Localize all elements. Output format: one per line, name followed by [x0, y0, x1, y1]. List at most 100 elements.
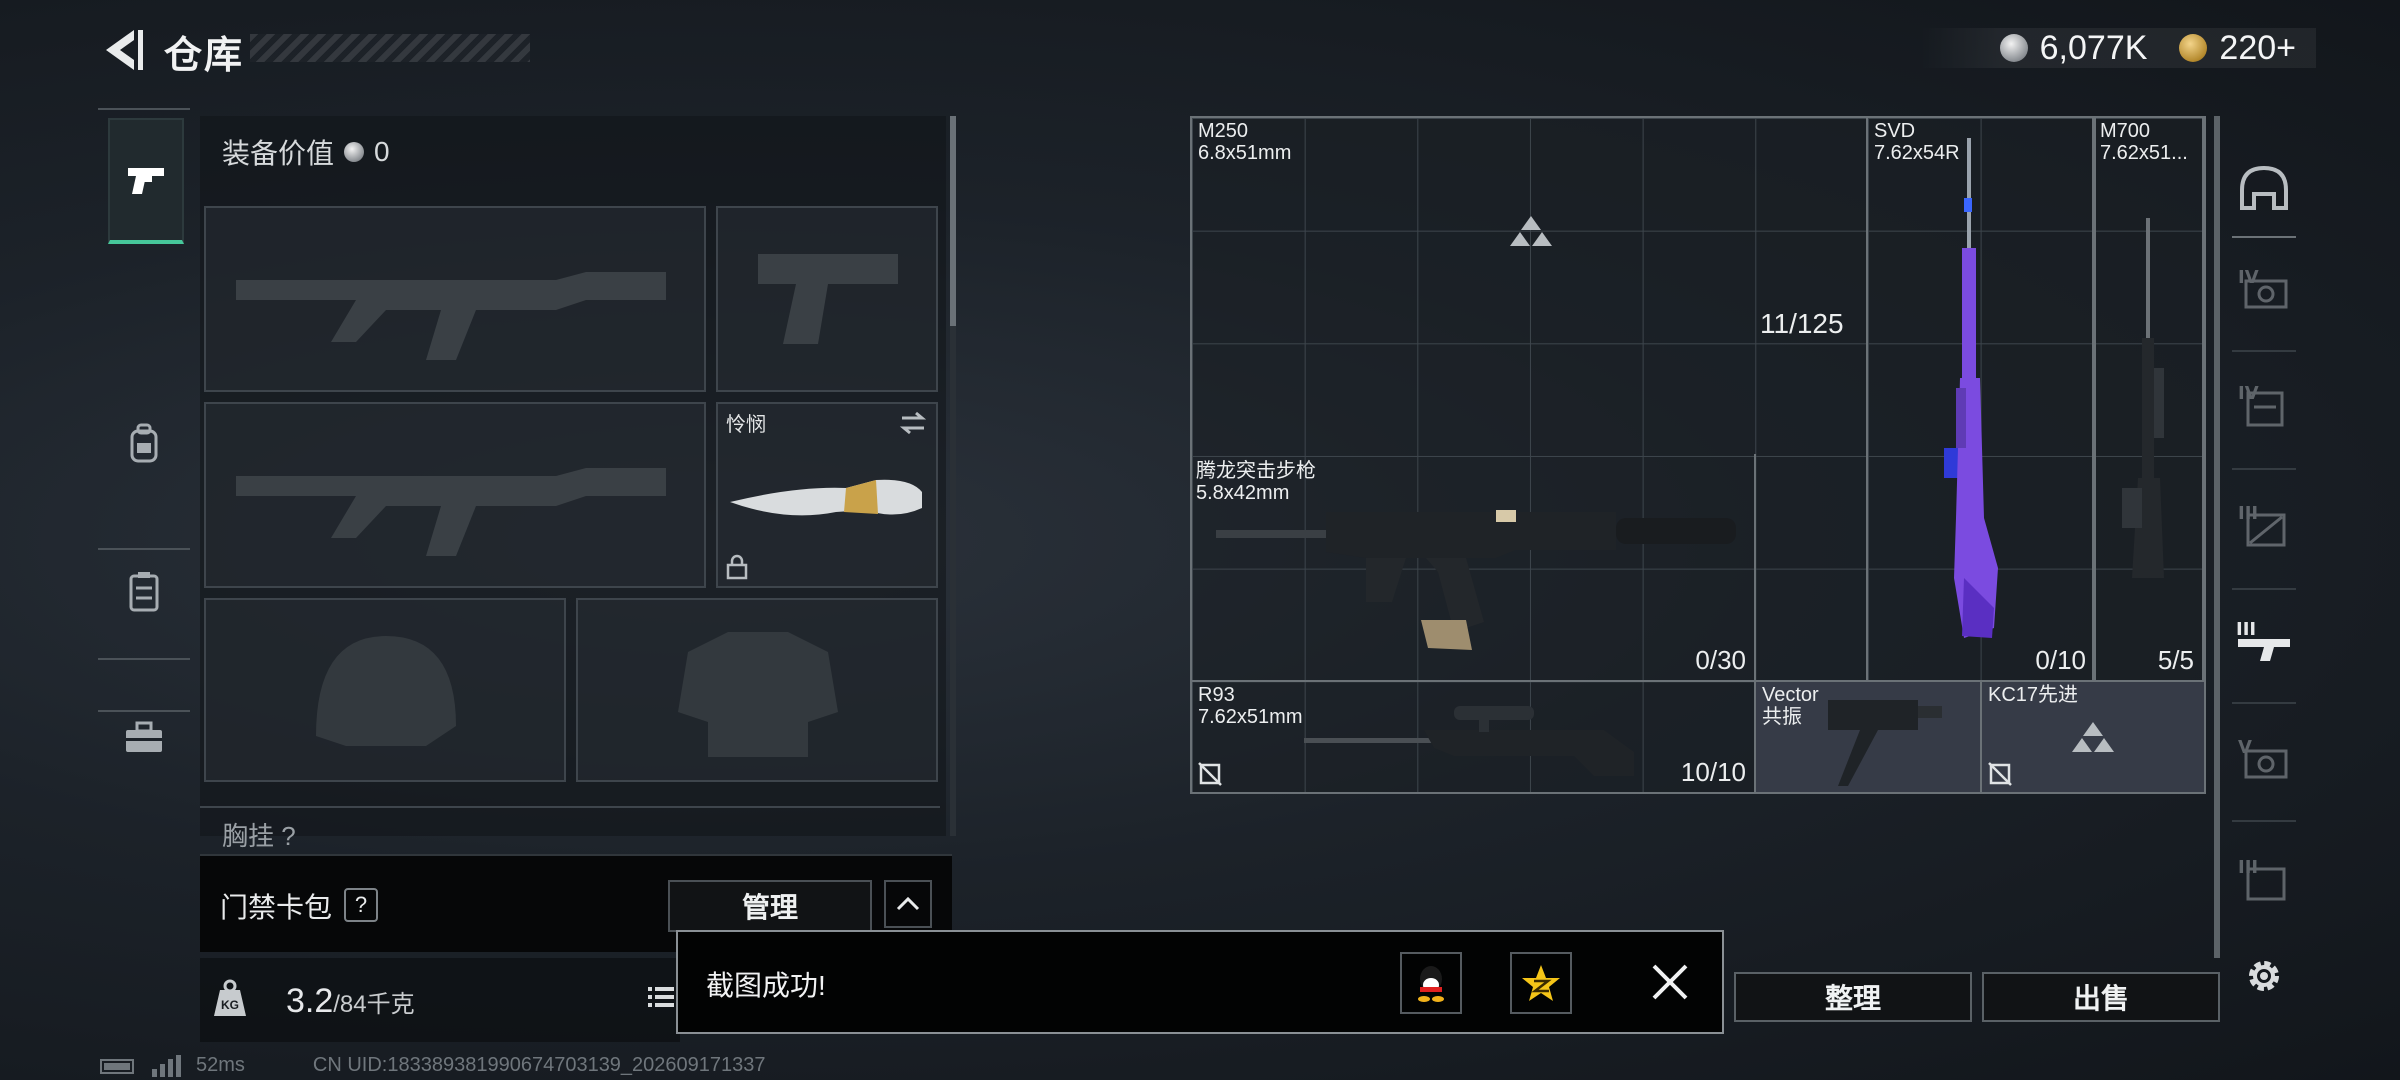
gear-tier-v-icon: V — [2238, 737, 2288, 779]
helmet-icon — [2240, 165, 2288, 210]
topup-plus-icon[interactable]: + — [2276, 29, 2296, 67]
grid-scrollbar[interactable] — [2214, 116, 2220, 958]
vest-tier-iv-icon: IV — [2238, 383, 2284, 427]
rail-filter-tier3[interactable]: III — [2228, 476, 2300, 572]
svd-rifle-icon — [1944, 138, 1998, 638]
ammo-count: 10/10 — [1680, 757, 1746, 787]
weight-icon: KG — [210, 978, 250, 1018]
gold-coin-icon — [2179, 34, 2208, 62]
chest-rig-hint: 胸挂 ? — [222, 821, 296, 851]
no-trade-icon — [1198, 762, 1222, 786]
ping-value: 52ms — [196, 1054, 245, 1076]
tier-triangle-icon — [1510, 216, 1552, 246]
settings-button[interactable] — [2242, 954, 2286, 998]
weapon-cell-r93[interactable]: R93 7.62x51mm 10/10 — [1190, 680, 1756, 794]
ammo-count: 0/30 — [1695, 645, 1746, 675]
swap-icon[interactable] — [898, 410, 928, 436]
sniper-rifle-icon — [1304, 706, 1634, 776]
weapon-name: M250 6.8x51mm — [1198, 120, 1292, 164]
page-title: 仓库 — [164, 35, 245, 77]
armor-tier-iv-icon: IV — [2238, 267, 2288, 309]
tab-vest[interactable] — [108, 532, 180, 652]
filter-rail: IV IV III III V III — [2228, 140, 2300, 920]
expand-toggle[interactable] — [884, 880, 932, 928]
weapon-cell-m250[interactable]: M250 6.8x51mm — [1192, 118, 1392, 178]
silver-coin-icon — [1999, 34, 2028, 62]
ammo-count: 5/5 — [2157, 645, 2194, 675]
rail-filter-helmet[interactable] — [2228, 140, 2300, 236]
primary-weapon-slot[interactable] — [204, 206, 706, 392]
melee-slot[interactable]: 怜悯 — [716, 402, 938, 588]
weapon-name: M700 7.62x51... — [2100, 120, 2188, 164]
tab-backpack[interactable] — [108, 384, 180, 504]
status-line: 52ms CN UID:18338938199067470313​9_20260… — [100, 1054, 766, 1077]
kg-label: KG — [221, 998, 239, 1012]
svg-text:IV: IV — [2238, 267, 2259, 288]
m700-rifle-icon — [2122, 218, 2164, 578]
gear-tier-iii-misc-icon: III — [2238, 857, 2286, 901]
rail-filter-tier3-weapon[interactable]: III — [2228, 592, 2300, 688]
signal-icon — [152, 1054, 181, 1077]
assault-rifle-icon — [1216, 510, 1736, 650]
lock-icon — [726, 554, 748, 580]
equipment-scroll-thumb[interactable] — [950, 116, 956, 326]
knife-icon — [730, 479, 922, 516]
chevron-left-icon — [106, 30, 143, 70]
share-qq-button[interactable] — [1400, 952, 1462, 1014]
smg-icon — [1828, 700, 1942, 786]
rifle-silhouette-icon — [236, 272, 666, 360]
sort-button[interactable]: 整理 — [1734, 972, 1972, 1022]
weapon-name: KC17先进 — [1988, 684, 2079, 706]
armor-silhouette-icon — [678, 632, 838, 757]
toast-message: 截图成功! — [706, 970, 826, 1001]
tab-toolbox[interactable] — [108, 678, 180, 798]
card-pack-label: 门禁卡包 — [220, 892, 333, 923]
sell-button[interactable]: 出售 — [1982, 972, 2220, 1022]
pistol-slot[interactable] — [716, 206, 938, 392]
title-decoration — [250, 34, 530, 62]
help-button[interactable]: ? — [344, 888, 378, 922]
qzone-star-icon — [1522, 965, 1560, 1001]
weapon-cell-m700[interactable]: M700 7.62x51... 5/5 — [2092, 116, 2204, 682]
rifle-silhouette-icon — [236, 468, 666, 556]
silver-balance: 6,077K — [2039, 28, 2148, 67]
toast-close-button[interactable] — [1650, 962, 1690, 1002]
list-icon[interactable] — [648, 984, 674, 1010]
tab-weapons[interactable] — [108, 118, 184, 244]
weapon-cell-vector[interactable]: Vector 共振 — [1754, 680, 1982, 794]
rail-filter-tier3-misc[interactable]: III — [2228, 830, 2300, 926]
weapon-cell-tenglong[interactable]: 腾龙突击步枪 5.8x42mm 0/30 — [1190, 454, 1756, 682]
secondary-weapon-slot[interactable] — [204, 402, 706, 588]
chevron-up-icon — [896, 896, 920, 911]
weapon-cell-kc17[interactable]: KC17先进 — [1980, 680, 2206, 794]
helmet-silhouette-icon — [316, 636, 456, 746]
pistol-silhouette-icon — [758, 254, 898, 344]
rail-filter-tier5[interactable]: V — [2228, 710, 2300, 806]
armor-slot[interactable] — [576, 598, 938, 782]
vest-icon — [129, 572, 159, 612]
melee-item-name: 怜悯 — [726, 414, 766, 436]
no-trade-icon — [1988, 762, 2012, 786]
manage-button[interactable]: 管理 — [668, 880, 872, 932]
gear-icon — [2249, 961, 2279, 991]
qq-icon — [1418, 966, 1444, 1002]
gun-tier-iii-icon: III — [2236, 619, 2290, 661]
uid-text: CN UID:18338938199067470313​9_2026091713… — [312, 1054, 766, 1076]
pistol-icon — [128, 168, 164, 194]
helmet-slot[interactable] — [204, 598, 566, 782]
battery-icon — [100, 1058, 134, 1074]
gold-balance[interactable]: 220+ — [2219, 29, 2296, 68]
weapon-name: R93 7.62x51mm — [1198, 684, 1303, 728]
divider — [200, 806, 940, 808]
silver-coin-icon — [344, 142, 365, 162]
rail-filter-tier4-vest[interactable]: IV — [2228, 356, 2300, 452]
tier-triangle-icon — [2072, 722, 2114, 752]
weapon-cell-svd[interactable]: SVD 7.62x54R 0/10 — [1866, 116, 2096, 682]
grid-capacity: 11/125 — [1760, 308, 1844, 339]
share-qzone-button[interactable] — [1510, 952, 1572, 1014]
weight-value: 3.2/84千克 — [286, 982, 415, 1020]
back-button[interactable] — [98, 24, 144, 76]
equipment-value-label: 装备价值 — [222, 138, 335, 169]
rail-filter-tier4-armor[interactable]: IV — [2228, 240, 2300, 336]
close-icon — [1652, 964, 1688, 1000]
